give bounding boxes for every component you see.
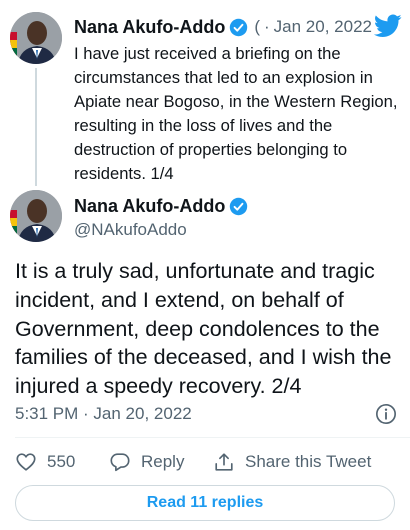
author-handle[interactable]: ( (254, 17, 260, 37)
verified-badge-icon (230, 197, 248, 216)
reply-button[interactable]: Reply (109, 451, 213, 473)
read-replies-label: Read 11 replies (146, 494, 264, 511)
divider (15, 437, 410, 438)
avatar-portrait (10, 190, 62, 242)
avatar-portrait (10, 12, 62, 64)
tweet-text: I have just received a briefing on the c… (74, 44, 398, 183)
author-name[interactable]: Nana Akufo-Addo (74, 196, 225, 217)
verified-badge-icon (230, 18, 248, 36)
read-replies-button[interactable]: Read 11 replies (15, 485, 395, 521)
tweet-text: It is a truly sad, unfortunate and tragi… (15, 259, 392, 399)
thread-connector-line (35, 68, 37, 186)
twitter-bird-icon[interactable] (374, 14, 402, 38)
heart-icon (16, 453, 36, 471)
share-label: Share this Tweet (245, 452, 372, 471)
tweet-header: Nana Akufo-Addo ( · Jan 20, 2022 (74, 15, 400, 39)
avatar[interactable] (10, 12, 62, 64)
avatar[interactable] (10, 190, 62, 242)
share-button[interactable]: Share this Tweet (213, 451, 371, 473)
tweet-timestamp[interactable]: 5:31 PM · Jan 20, 2022 (15, 404, 192, 424)
author-name[interactable]: Nana Akufo-Addo (74, 17, 225, 38)
share-icon (215, 453, 233, 471)
tweet-header: Nana Akufo-Addo (74, 196, 248, 217)
reply-label: Reply (141, 452, 185, 471)
author-handle[interactable]: @NAkufoAddo (74, 220, 187, 240)
tweet-actions: 550 Reply Share this Tweet (15, 449, 371, 475)
like-button[interactable]: 550 (15, 451, 109, 473)
like-count: 550 (47, 452, 76, 471)
reply-bubble-icon (110, 453, 130, 472)
separator-dot: · (264, 17, 270, 36)
tweet-date[interactable]: Jan 20, 2022 (274, 17, 372, 37)
info-icon[interactable] (375, 403, 397, 425)
